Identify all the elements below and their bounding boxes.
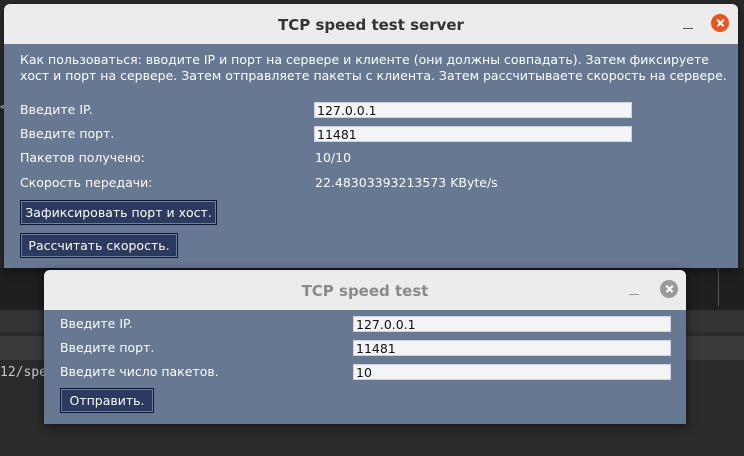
send-button[interactable]: Отправить. <box>60 388 154 413</box>
server-port-input[interactable] <box>314 126 632 142</box>
packet-count-input[interactable] <box>353 364 671 380</box>
close-icon[interactable] <box>711 14 729 32</box>
server-description: Как пользоваться: вводите IP и порт на с… <box>20 52 727 83</box>
server-window-titlebar[interactable]: TCP speed test server <box>4 4 738 44</box>
server-port-label: Введите порт. <box>20 126 115 141</box>
transfer-speed-value: 22.48303393213573 KByte/s <box>315 175 498 190</box>
minimize-icon[interactable] <box>624 270 644 310</box>
fix-host-port-button[interactable]: Зафиксировать порт и хост. <box>20 200 217 225</box>
server-ip-input[interactable] <box>314 102 632 118</box>
client-port-label: Введите порт. <box>60 340 155 355</box>
client-port-input[interactable] <box>353 340 671 356</box>
background-divider <box>718 268 719 306</box>
client-window-title: TCP speed test <box>301 282 429 300</box>
client-window-titlebar[interactable]: TCP speed test <box>44 270 686 310</box>
server-window: TCP speed test server Как пользоваться: … <box>4 4 738 268</box>
client-window: TCP speed test Введите IP. Введите порт.… <box>44 270 686 424</box>
packet-count-label: Введите число пакетов. <box>60 364 219 379</box>
server-window-title: TCP speed test server <box>278 16 464 34</box>
packets-received-label: Пакетов получено: <box>20 150 145 165</box>
server-ip-label: Введите IP. <box>20 102 93 117</box>
client-ip-label: Введите IP. <box>60 316 133 331</box>
close-icon[interactable] <box>660 280 678 298</box>
background-code-text: 12/spe <box>0 365 47 380</box>
calculate-speed-button[interactable]: Рассчитать скорость. <box>20 233 178 258</box>
transfer-speed-label: Скорость передачи: <box>20 175 153 190</box>
client-ip-input[interactable] <box>353 316 671 332</box>
packets-received-value: 10/10 <box>315 150 352 165</box>
minimize-icon[interactable] <box>678 4 698 44</box>
